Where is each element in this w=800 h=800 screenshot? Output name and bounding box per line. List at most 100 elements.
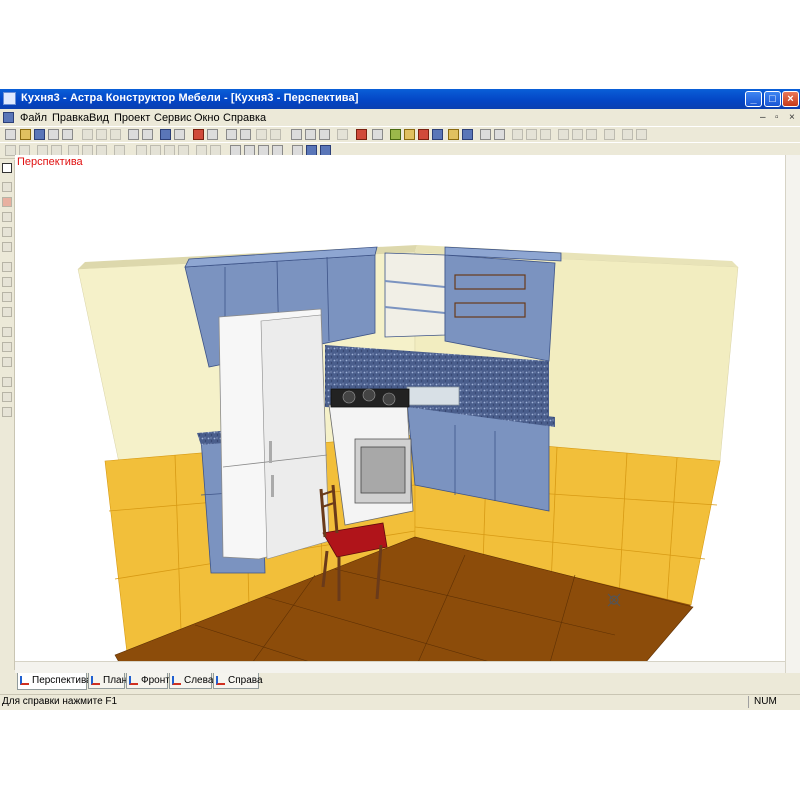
rotate-left-tool-icon[interactable] [2,327,12,337]
perspective-icon [20,676,29,685]
status-divider [748,696,749,708]
view-tabs: Перспектива План Фронт Слева Справа [15,673,800,690]
tab-plan[interactable]: План [88,673,128,689]
properties-icon[interactable] [160,129,171,140]
target-icon[interactable] [356,129,367,140]
menu-window[interactable]: Окно [194,112,220,124]
window-title: Кухня3 - Астра Конструктор Мебели - [Кух… [21,92,359,104]
new-file-icon[interactable] [5,129,16,140]
menu-file[interactable]: Файл [20,112,47,124]
render-blue-icon[interactable] [432,129,443,140]
print-icon[interactable] [48,129,59,140]
render-red-icon[interactable] [418,129,429,140]
application-window: Кухня3 - Астра Конструктор Мебели - [Кух… [0,89,800,710]
save-icon[interactable] [34,129,45,140]
tree-icon[interactable] [226,129,237,140]
undo-icon[interactable] [128,129,139,140]
num-lock-indicator: NUM [754,696,777,707]
right-view-icon [216,676,225,685]
title-bar[interactable]: Кухня3 - Астра Конструктор Мебели - [Кух… [0,89,800,109]
move-cursor-icon [607,593,621,607]
group-tool-icon[interactable] [2,377,12,387]
plan-icon [91,676,100,685]
tab-left[interactable]: Слева [169,673,214,689]
viewport-perspective[interactable]: Перспектива [15,155,785,661]
align-9-icon[interactable] [636,129,647,140]
tab-front[interactable]: Фронт [126,673,170,689]
snap-icon[interactable] [372,129,383,140]
move-tool-icon[interactable] [2,262,12,272]
redo-icon[interactable] [142,129,153,140]
rect-tool-icon[interactable] [2,212,12,222]
tab-label: План [103,675,128,686]
zoom-in-icon[interactable] [291,129,302,140]
maximize-button[interactable]: □ [764,91,781,107]
app-icon[interactable] [3,92,16,105]
zoom-fit-icon[interactable] [337,129,348,140]
align-right-tool-icon[interactable] [2,292,12,302]
toolbar-main [0,126,800,143]
align-8-icon[interactable] [622,129,633,140]
left-view-icon [172,676,181,685]
select-arrow-icon[interactable] [2,163,12,173]
menu-help[interactable]: Справка [223,112,266,124]
menu-project[interactable]: Проект [114,112,150,124]
draw-tool-icon[interactable] [2,182,12,192]
menu-edit[interactable]: Правка [52,112,89,124]
minimize-button[interactable]: _ [745,91,762,107]
align-3-icon[interactable] [540,129,551,140]
document-icon[interactable] [3,112,14,123]
render-yellow-icon[interactable] [404,129,415,140]
mirror-tool-icon[interactable] [2,357,12,367]
split-icon[interactable] [494,129,505,140]
delete-tool-icon[interactable] [2,242,12,252]
sigma-icon[interactable] [240,129,251,140]
doc-restore-button[interactable]: ▫ [775,112,779,123]
tab-label: Слева [184,675,214,686]
doc-minimize-button[interactable]: – [760,112,766,123]
grid-icon[interactable] [256,129,267,140]
ungroup-tool-icon[interactable] [2,392,12,402]
menu-view[interactable]: Вид [89,112,109,124]
menu-bar: Файл Правка Вид Проект Сервис Окно Справ… [0,109,800,127]
paste-icon[interactable] [110,129,121,140]
status-help-text: Для справки нажмите F1 [2,696,118,707]
zoom-out-icon[interactable] [305,129,316,140]
align-7-icon[interactable] [604,129,615,140]
view-mode-icon[interactable] [480,129,491,140]
render-green-icon[interactable] [390,129,401,140]
copy-icon[interactable] [96,129,107,140]
close-button[interactable]: × [782,91,799,107]
tab-right[interactable]: Справа [213,673,263,689]
zoom-window-icon[interactable] [319,129,330,140]
menu-service[interactable]: Сервис [154,112,192,124]
open-file-icon[interactable] [20,129,31,140]
status-bar: Для справки нажмите F1 NUM [0,694,800,710]
align-left-tool-icon[interactable] [2,277,12,287]
pin-icon[interactable] [193,129,204,140]
align-2-icon[interactable] [526,129,537,140]
pencil-tool-icon[interactable] [2,227,12,237]
rotate-right-tool-icon[interactable] [2,342,12,352]
align-5-icon[interactable] [572,129,583,140]
tab-label: Справа [228,675,263,686]
lamp-icon[interactable] [448,129,459,140]
tab-label: Перспектива [32,675,92,686]
vertical-scrollbar[interactable] [785,155,800,673]
print-preview-icon[interactable] [62,129,73,140]
sum-icon[interactable] [174,129,185,140]
stretch-tool-icon[interactable] [2,307,12,317]
view-label: Перспектива [17,156,83,168]
align-1-icon[interactable] [512,129,523,140]
grid-alt-icon[interactable] [270,129,281,140]
doc-close-button[interactable]: × [789,112,795,123]
texture-icon[interactable] [462,129,473,140]
align-4-icon[interactable] [558,129,569,140]
edit-tool-icon[interactable] [2,197,12,207]
list-icon[interactable] [207,129,218,140]
tab-perspective[interactable]: Перспектива [17,673,92,690]
front-icon [129,676,138,685]
measure-tool-icon[interactable] [2,407,12,417]
cut-icon[interactable] [82,129,93,140]
align-6-icon[interactable] [586,129,597,140]
